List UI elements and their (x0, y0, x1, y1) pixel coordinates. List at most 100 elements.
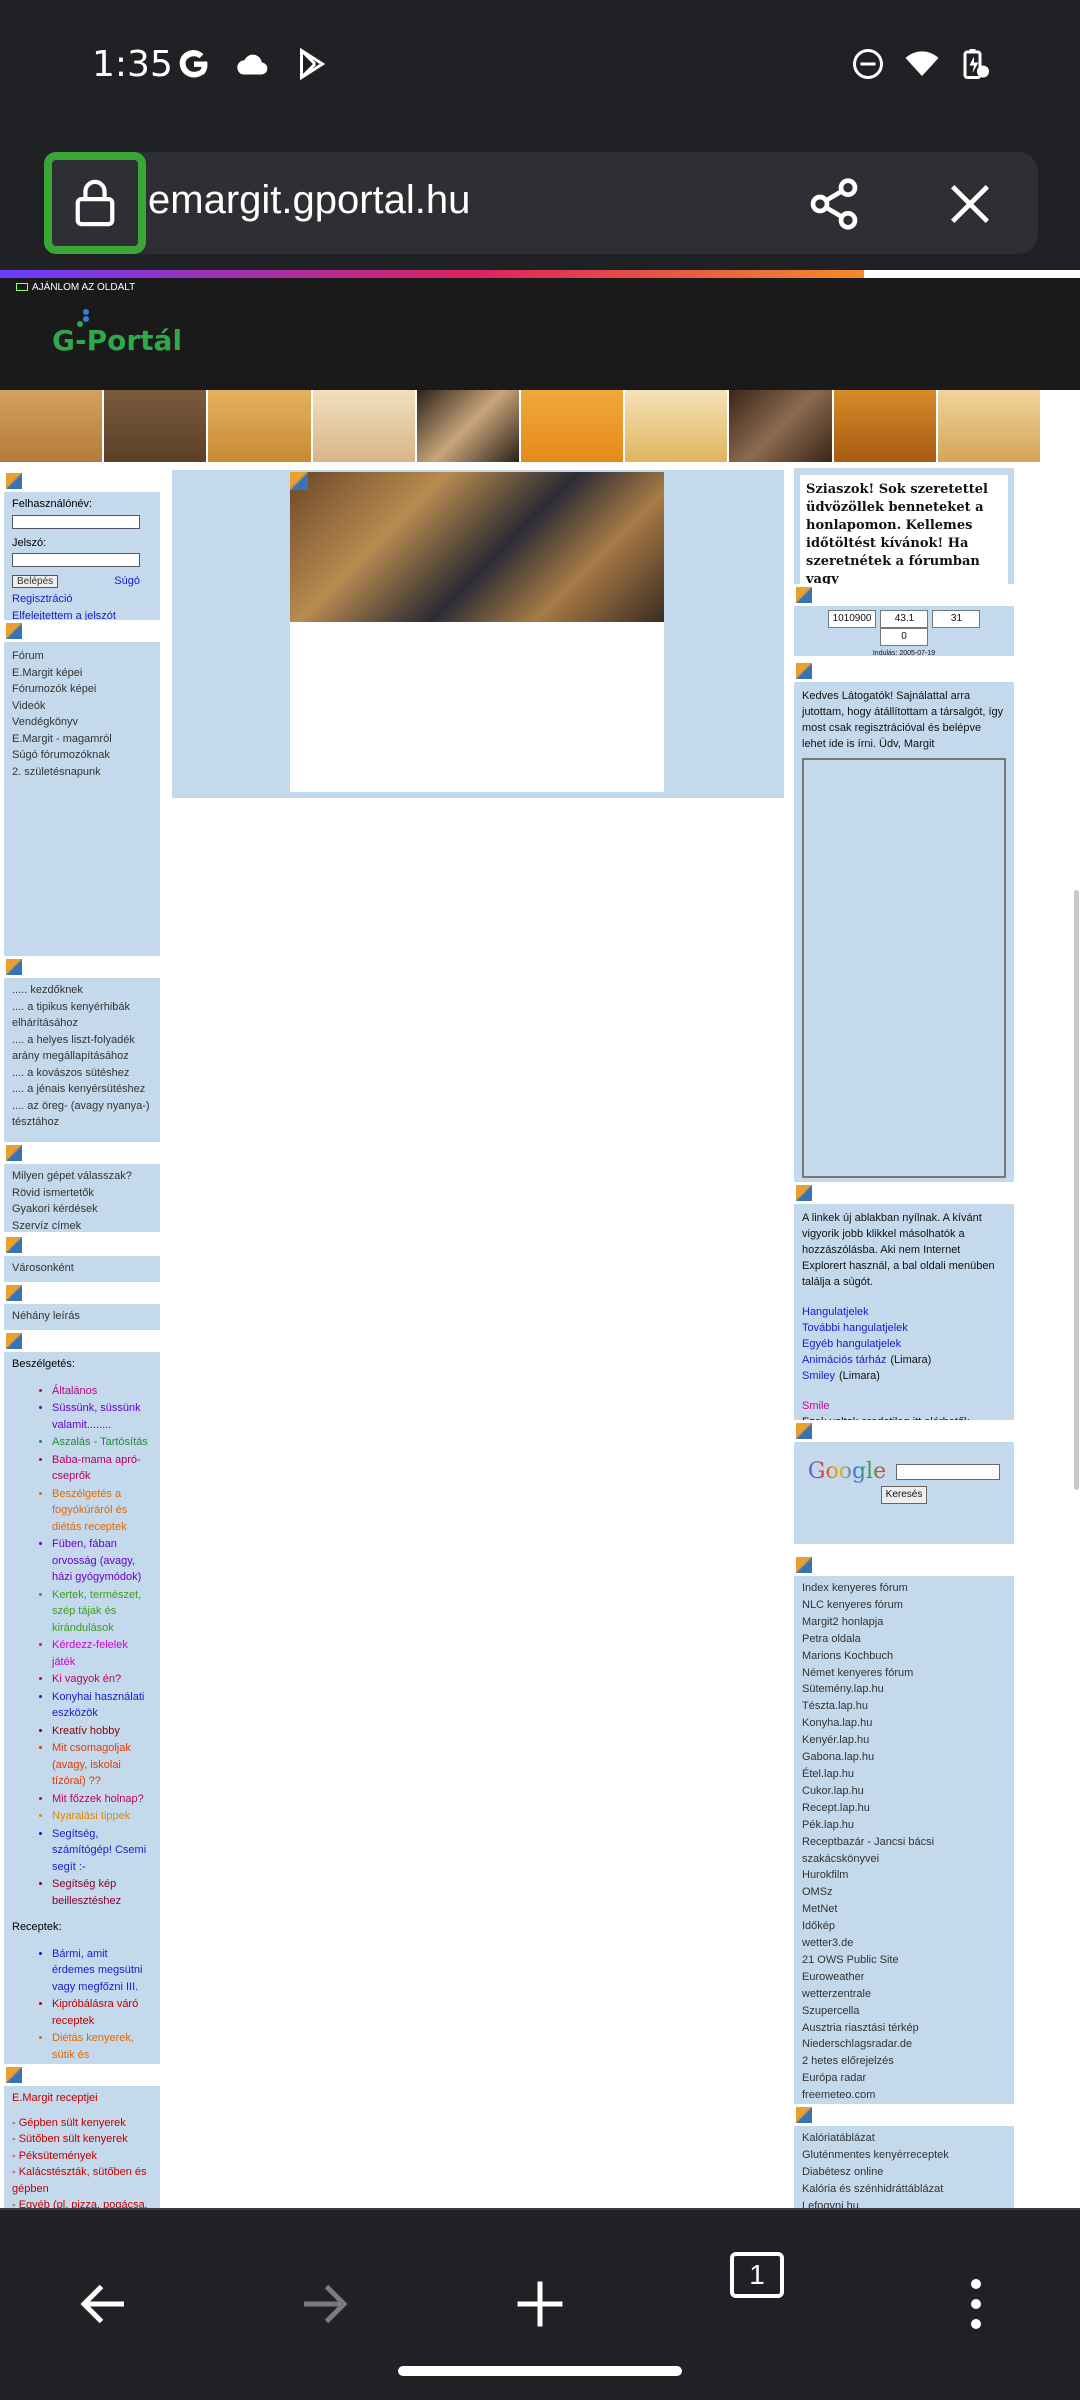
topic-link[interactable]: Segítség, számítógép! Csemi segít :- (52, 1826, 152, 1876)
external-link[interactable]: Kenyér.lap.hu (802, 1732, 1006, 1749)
menu-link[interactable]: E.Margit képei (12, 665, 152, 682)
register-link[interactable]: Regisztráció (12, 591, 152, 608)
external-link[interactable]: Margit2 honlapja (802, 1614, 1006, 1631)
external-link[interactable]: Kalória és szénhidráttáblázat (802, 2181, 1006, 2198)
guide-link[interactable]: .... a helyes liszt-folyadék arány megál… (12, 1032, 152, 1065)
external-link[interactable]: 2 hetes előrejelzés (802, 2053, 1006, 2070)
external-link[interactable]: Diabétesz online (802, 2164, 1006, 2181)
menu-link[interactable]: Vendégkönyv (12, 714, 152, 731)
home-gesture-bar[interactable] (398, 2366, 682, 2376)
guide-link[interactable]: .... a kovászos sütéshez (12, 1065, 152, 1082)
machine-link[interactable]: Milyen gépet válasszak? (12, 1168, 152, 1185)
guide-link[interactable]: ..... kezdőknek (12, 982, 152, 999)
external-link[interactable]: Niederschlagsradar.de (802, 2036, 1006, 2053)
guide-link[interactable]: .... a tipikus kenyérhibák elhárításához (12, 999, 152, 1032)
smiley-link[interactable]: További hangulatjelek (802, 1322, 908, 1334)
topic-link[interactable]: Kipróbálásra váró receptek (52, 1996, 152, 2029)
topic-link[interactable]: Ki vagyok én? (52, 1671, 152, 1688)
external-link[interactable]: Hurokfilm (802, 1867, 1006, 1884)
guide-link[interactable]: .... az öreg- (avagy nyanya-) tésztához (12, 1098, 152, 1131)
external-link[interactable]: Gabona.lap.hu (802, 1749, 1006, 1766)
external-link[interactable]: Gluténmentes kenyérreceptek (802, 2147, 1006, 2164)
external-link[interactable]: Euroweather (802, 1969, 1006, 1986)
menu-link[interactable]: Súgó fórumozóknak (12, 747, 152, 764)
recommend-link[interactable]: AJÁNLOM AZ OLDALT (16, 282, 135, 293)
topic-link[interactable]: Kreatív hobby (52, 1723, 152, 1740)
page-scrollbar[interactable] (1074, 890, 1079, 1490)
topic-link[interactable]: Süssünk, süssünk valamit........ (52, 1400, 152, 1433)
recipe-category-link[interactable]: - Egyéb (pl. pizza, pogácsa, (12, 2197, 152, 2208)
topic-link[interactable]: Kérdezz-felelek játék (52, 1637, 152, 1670)
external-link[interactable]: Sütemény.lap.hu (802, 1681, 1006, 1698)
smiley-link[interactable]: Animációs tárház (802, 1354, 886, 1366)
menu-link[interactable]: Fórumozók képei (12, 681, 152, 698)
password-input[interactable] (12, 553, 140, 567)
smile-link[interactable]: Smile (802, 1398, 1006, 1414)
external-link[interactable]: Receptbazár - Jancsi bácsi szakácskönyve… (802, 1834, 1006, 1868)
external-link[interactable]: Cukor.lap.hu (802, 1783, 1006, 1800)
menu-link[interactable]: Videók (12, 698, 152, 715)
topic-link[interactable]: Konyhai használati eszközök (52, 1689, 152, 1722)
external-link[interactable]: Étel.lap.hu (802, 1766, 1006, 1783)
search-button[interactable]: Keresés (880, 1486, 928, 1504)
login-button[interactable]: Belépés (12, 575, 59, 588)
site-info-button[interactable] (44, 152, 146, 254)
smiley-link[interactable]: Smiley (802, 1370, 835, 1382)
machine-link[interactable]: Gyakori kérdések (12, 1201, 152, 1218)
topic-link[interactable]: Nyaralási tippek (52, 1808, 152, 1825)
external-link[interactable]: Marions Kochbuch (802, 1648, 1006, 1665)
guide-link[interactable]: .... a jénais kenyérsütéshez (12, 1081, 152, 1098)
machine-link[interactable]: Rövid ismertetők (12, 1185, 152, 1202)
menu-link[interactable]: Fórum (12, 648, 152, 665)
external-link[interactable]: wetter3.de (802, 1935, 1006, 1952)
external-link[interactable]: Konyha.lap.hu (802, 1715, 1006, 1732)
menu-link[interactable]: 2. születésnapunk (12, 764, 152, 781)
external-link[interactable]: Kalóriatáblázat (802, 2130, 1006, 2147)
site-logo[interactable]: G-Portál (52, 324, 182, 357)
close-icon[interactable] (944, 178, 996, 230)
external-link[interactable]: OMSz (802, 1884, 1006, 1901)
external-link[interactable]: Lefogyni hu (802, 2198, 1006, 2208)
tab-switcher-button[interactable]: 1 (730, 2252, 784, 2298)
recipe-category-link[interactable]: - Gépben sült kenyerek (12, 2115, 152, 2132)
external-link[interactable]: Index kenyeres fórum (802, 1580, 1006, 1597)
topic-link[interactable]: Mit csomagoljak (avagy, iskolai tízórai)… (52, 1740, 152, 1790)
topic-link[interactable]: Aszalás - Tartósítás (52, 1434, 152, 1451)
external-link[interactable]: freemeteo.com (802, 2087, 1006, 2104)
cities-link[interactable]: Városonként (12, 1260, 152, 1277)
url-text[interactable]: emargit.gportal.hu (148, 178, 470, 223)
google-search-input[interactable] (896, 1464, 1001, 1480)
chat-frame[interactable] (802, 758, 1006, 1178)
recipe-category-link[interactable]: - Sütőben sült kenyerek (12, 2131, 152, 2148)
topic-link[interactable]: Füben, fában orvosság (avagy, házi gyógy… (52, 1536, 152, 1586)
external-link[interactable]: Recept.lap.hu (802, 1800, 1006, 1817)
external-link[interactable]: Pék.lap.hu (802, 1817, 1006, 1834)
topic-link[interactable]: Kertek, természet, szép tájak és kirándu… (52, 1587, 152, 1637)
external-link[interactable]: MetNet (802, 1901, 1006, 1918)
help-link[interactable]: Súgó (114, 573, 140, 590)
username-input[interactable] (12, 514, 140, 529)
topic-link[interactable]: Beszélgetés a fogyókúráról és diétás rec… (52, 1486, 152, 1536)
external-link[interactable]: Tészta.lap.hu (802, 1698, 1006, 1715)
topic-link[interactable]: Általános (52, 1383, 152, 1400)
forward-icon[interactable] (294, 2274, 354, 2334)
topic-link[interactable]: Segítség kép beillesztéshez (52, 1876, 152, 1909)
topic-link[interactable]: Mit főzzek holnap? (52, 1791, 152, 1808)
external-link[interactable]: Szupercella (802, 2003, 1006, 2020)
external-link[interactable]: 21 OWS Public Site (802, 1952, 1006, 1969)
machine-link[interactable]: Szervíz címek (12, 1218, 152, 1235)
external-link[interactable]: NLC kenyeres fórum (802, 1597, 1006, 1614)
back-icon[interactable] (74, 2274, 134, 2334)
recipe-category-link[interactable]: - Péksütemények (12, 2148, 152, 2165)
smiley-link[interactable]: Hangulatjelek (802, 1306, 869, 1318)
external-link[interactable]: Európa radar (802, 2070, 1006, 2087)
external-link[interactable]: Petra oldala (802, 1631, 1006, 1648)
topic-link[interactable]: Baba-mama apró-cseprők (52, 1452, 152, 1485)
topic-link[interactable]: Bármi, amit érdemes megsütni vagy megfőz… (52, 1946, 152, 1996)
external-link[interactable]: Időkép (802, 1918, 1006, 1935)
menu-link[interactable]: E.Margit - magamról (12, 731, 152, 748)
margit-recipes-title[interactable]: E.Margit receptjei (12, 2090, 152, 2107)
smiley-link[interactable]: Egyéb hangulatjelek (802, 1338, 901, 1350)
recipe-category-link[interactable]: - Kalácstészták, sütőben és gépben (12, 2164, 152, 2197)
more-menu-icon[interactable] (946, 2274, 1006, 2334)
